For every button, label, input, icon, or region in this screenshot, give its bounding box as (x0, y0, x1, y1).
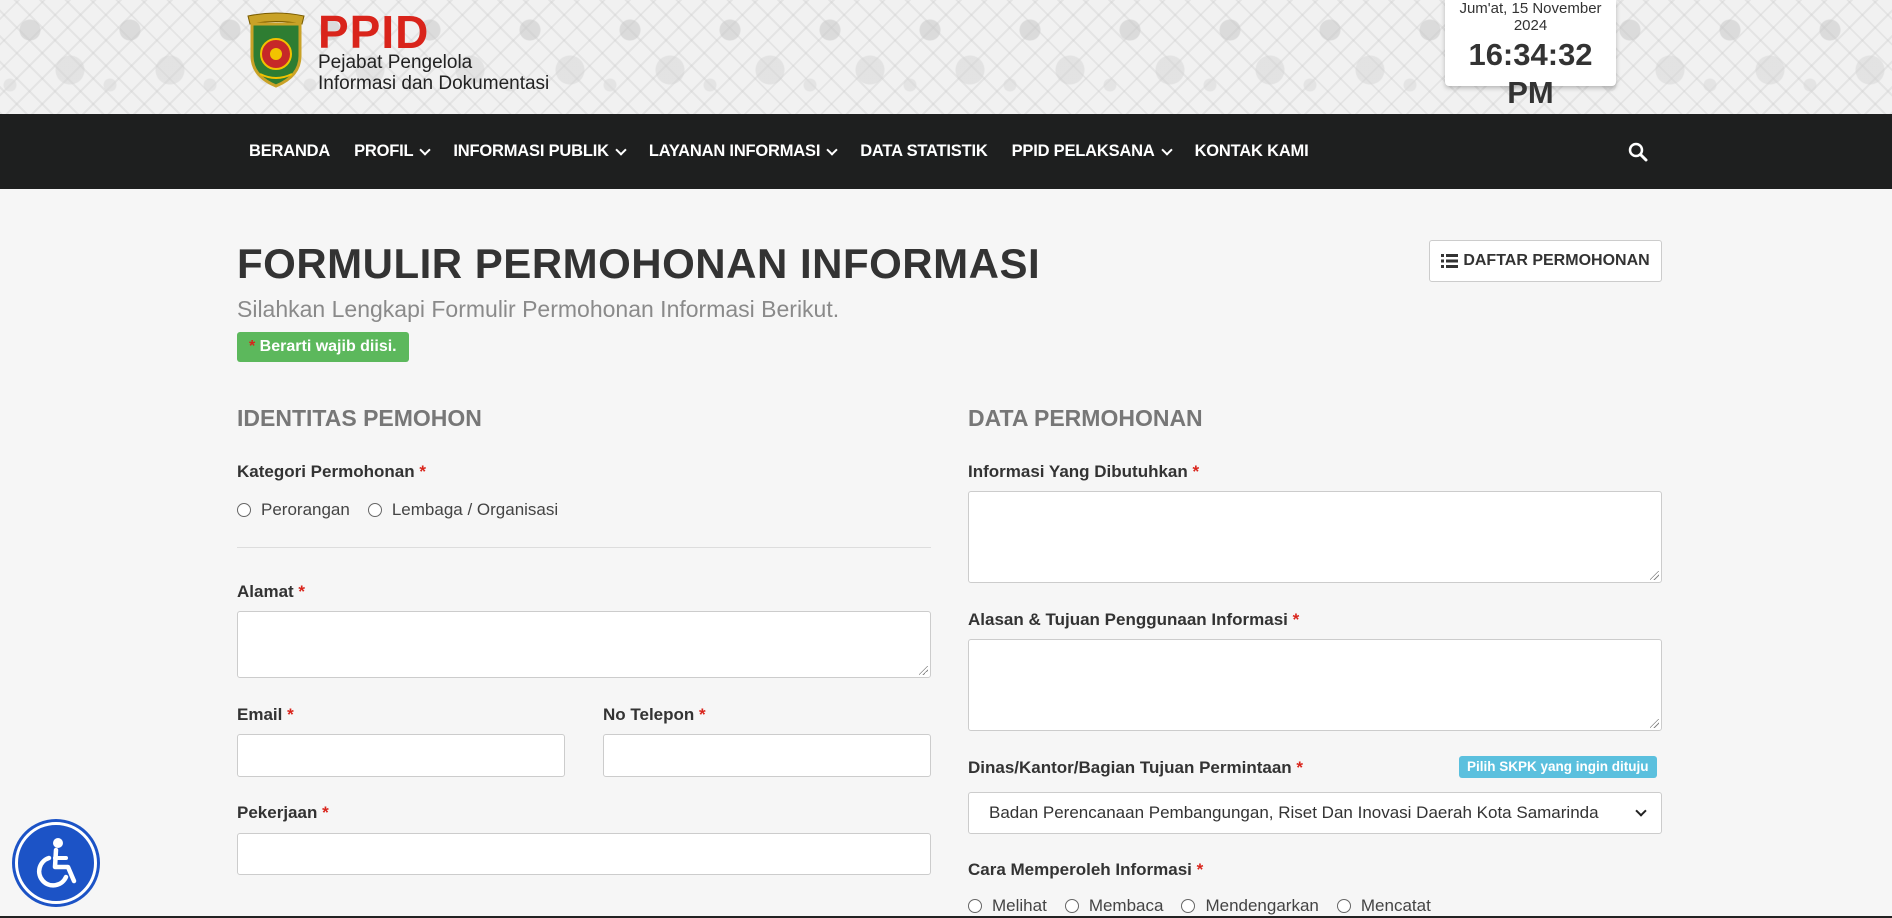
city-emblem-icon (240, 12, 312, 88)
required-star: * (322, 803, 329, 822)
required-star: * (298, 582, 306, 601)
telepon-label: No Telepon * (603, 705, 706, 725)
wheelchair-icon (36, 838, 77, 888)
radio-label: Mendengarkan (1205, 896, 1319, 915)
alasan-textarea[interactable] (968, 639, 1662, 731)
cara-label: Cara Memperoleh Informasi * (968, 860, 1203, 880)
chevron-down-icon (1160, 143, 1173, 156)
informasi-textarea[interactable] (968, 491, 1662, 583)
nav-item-informasi-publik[interactable]: INFORMASI PUBLIK (441, 142, 636, 161)
alamat-label: Alamat * (237, 582, 305, 602)
radio-option-lembaga[interactable]: Lembaga / Organisasi (367, 500, 559, 520)
skpk-hint-badge: Pilih SKPK yang ingin dituju (1459, 756, 1657, 778)
alamat-textarea[interactable] (237, 611, 931, 678)
brand-title: PPID (318, 6, 430, 58)
informasi-label-text: Informasi Yang Dibutuhkan (968, 462, 1188, 481)
dinas-selected-value: Badan Perencanaan Pembangungan, Riset Da… (989, 803, 1599, 822)
accessibility-button[interactable] (15, 822, 97, 904)
list-icon (1441, 254, 1459, 268)
radio-option-melihat[interactable]: Melihat (968, 896, 1047, 916)
brand-subtitle-line1: Pejabat Pengelola (318, 52, 473, 73)
required-note-badge: * Berarti wajib diisi. (237, 332, 409, 362)
site-header: PPID Pejabat Pengelola Informasi dan Dok… (0, 0, 1892, 114)
radio-label: Melihat (992, 896, 1047, 915)
clock-date: Jum'at, 15 November 2024 (1459, 0, 1602, 34)
required-star: * (1296, 758, 1304, 777)
required-star: * (1192, 462, 1200, 481)
search-icon[interactable] (1626, 140, 1650, 164)
radio-label: Mencatat (1360, 896, 1431, 915)
radio-option-membaca[interactable]: Membaca (1064, 896, 1164, 916)
nav-item-label: PPID PELAKSANA (1011, 142, 1155, 160)
radio-perorangan[interactable] (237, 503, 251, 517)
chevron-down-icon (826, 143, 838, 156)
nav-item-beranda[interactable]: BERANDA (237, 142, 342, 161)
radio-option-perorangan[interactable]: Perorangan (237, 500, 350, 520)
required-star: * (699, 705, 706, 724)
kategori-label-text: Kategori Permohonan (237, 462, 415, 481)
email-label-text: Email (237, 705, 283, 724)
site-logo[interactable]: PPID Pejabat Pengelola Informasi dan Dok… (240, 6, 550, 94)
radio-mendengarkan[interactable] (1181, 899, 1196, 913)
radio-option-mendengarkan[interactable]: Mendengarkan (1181, 896, 1319, 916)
required-star: * (1292, 610, 1300, 629)
radio-label: Membaca (1088, 896, 1164, 915)
email-label: Email * (237, 705, 294, 725)
email-field[interactable] (237, 734, 565, 777)
nav-item-ppid-pelaksana[interactable]: PPID PELAKSANA (1000, 142, 1183, 161)
daftar-permohonan-button[interactable]: DAFTAR PERMOHONAN (1429, 240, 1662, 282)
nav-item-layanan-informasi[interactable]: LAYANAN INFORMASI (637, 142, 848, 161)
kategori-label: Kategori Permohonan * (237, 462, 426, 482)
dinas-label: Dinas/Kantor/Bagian Tujuan Permintaan * (968, 758, 1303, 778)
chevron-down-icon (1635, 805, 1647, 817)
radio-label: Perorangan (261, 500, 350, 519)
required-star: * (1196, 860, 1204, 879)
alasan-label: Alasan & Tujuan Penggunaan Informasi * (968, 610, 1299, 630)
dinas-label-text: Dinas/Kantor/Bagian Tujuan Permintaan (968, 758, 1292, 777)
telepon-label-text: No Telepon (603, 705, 695, 724)
pekerjaan-label-text: Pekerjaan (237, 803, 318, 822)
clock-time: 16:34:32 PM (1468, 37, 1593, 110)
nav-item-label: INFORMASI PUBLIK (453, 142, 609, 160)
radio-melihat[interactable] (968, 899, 982, 913)
section-title-identitas: IDENTITAS PEMOHON (237, 405, 482, 431)
chevron-down-icon (615, 143, 627, 156)
radio-label: Lembaga / Organisasi (391, 500, 559, 519)
alasan-label-text: Alasan & Tujuan Penggunaan Informasi (968, 610, 1288, 629)
nav-item-label: LAYANAN INFORMASI (648, 142, 821, 160)
nav-item-kontak-kami[interactable]: KONTAK KAMI (1183, 142, 1321, 161)
section-title-permohonan: DATA PERMOHONAN (968, 405, 1203, 431)
radio-option-mencatat[interactable]: Mencatat (1336, 896, 1431, 916)
required-star: * (419, 462, 426, 481)
cara-radio-group: Melihat Membaca Mendengarkan Mencatat (968, 896, 1449, 916)
chevron-down-icon (419, 143, 432, 156)
pekerjaan-field[interactable] (237, 833, 931, 875)
radio-membaca[interactable] (1064, 899, 1079, 913)
main-navbar: BERANDA PROFIL INFORMASI PUBLIK LAYANAN … (0, 114, 1892, 189)
date-time-widget: Jum'at, 15 November 2024 16:34:32 PM (1445, 0, 1616, 110)
informasi-label: Informasi Yang Dibutuhkan * (968, 462, 1199, 482)
nav-menu: BERANDA PROFIL INFORMASI PUBLIK LAYANAN … (237, 114, 1320, 189)
required-note-text: Berarti wajib diisi. (255, 338, 397, 355)
pekerjaan-label: Pekerjaan * (237, 803, 329, 823)
dinas-select[interactable]: Badan Perencanaan Pembangungan, Riset Da… (968, 792, 1662, 834)
brand-subtitle-line2: Informasi dan Dokumentasi (318, 73, 550, 94)
nav-item-data-statistik[interactable]: DATA STATISTIK (848, 142, 999, 161)
radio-lembaga[interactable] (367, 503, 382, 517)
telepon-field[interactable] (603, 734, 931, 777)
required-star: * (287, 705, 294, 724)
divider (237, 547, 931, 548)
radio-mencatat[interactable] (1336, 899, 1351, 913)
kategori-radio-group: Perorangan Lembaga / Organisasi (237, 500, 576, 520)
cara-label-text: Cara Memperoleh Informasi (968, 860, 1192, 879)
nav-item-label: DATA STATISTIK (860, 142, 988, 160)
nav-item-label: KONTAK KAMI (1194, 142, 1309, 160)
nav-item-profil[interactable]: PROFIL (342, 142, 441, 161)
nav-item-label: BERANDA (249, 142, 331, 160)
page-title: FORMULIR PERMOHONAN INFORMASI (237, 240, 1041, 287)
daftar-permohonan-label: DAFTAR PERMOHONAN (1463, 252, 1650, 269)
nav-item-label: PROFIL (354, 142, 414, 160)
alamat-label-text: Alamat (237, 582, 294, 601)
page-subtitle: Silahkan Lengkapi Formulir Permohonan In… (237, 296, 840, 322)
